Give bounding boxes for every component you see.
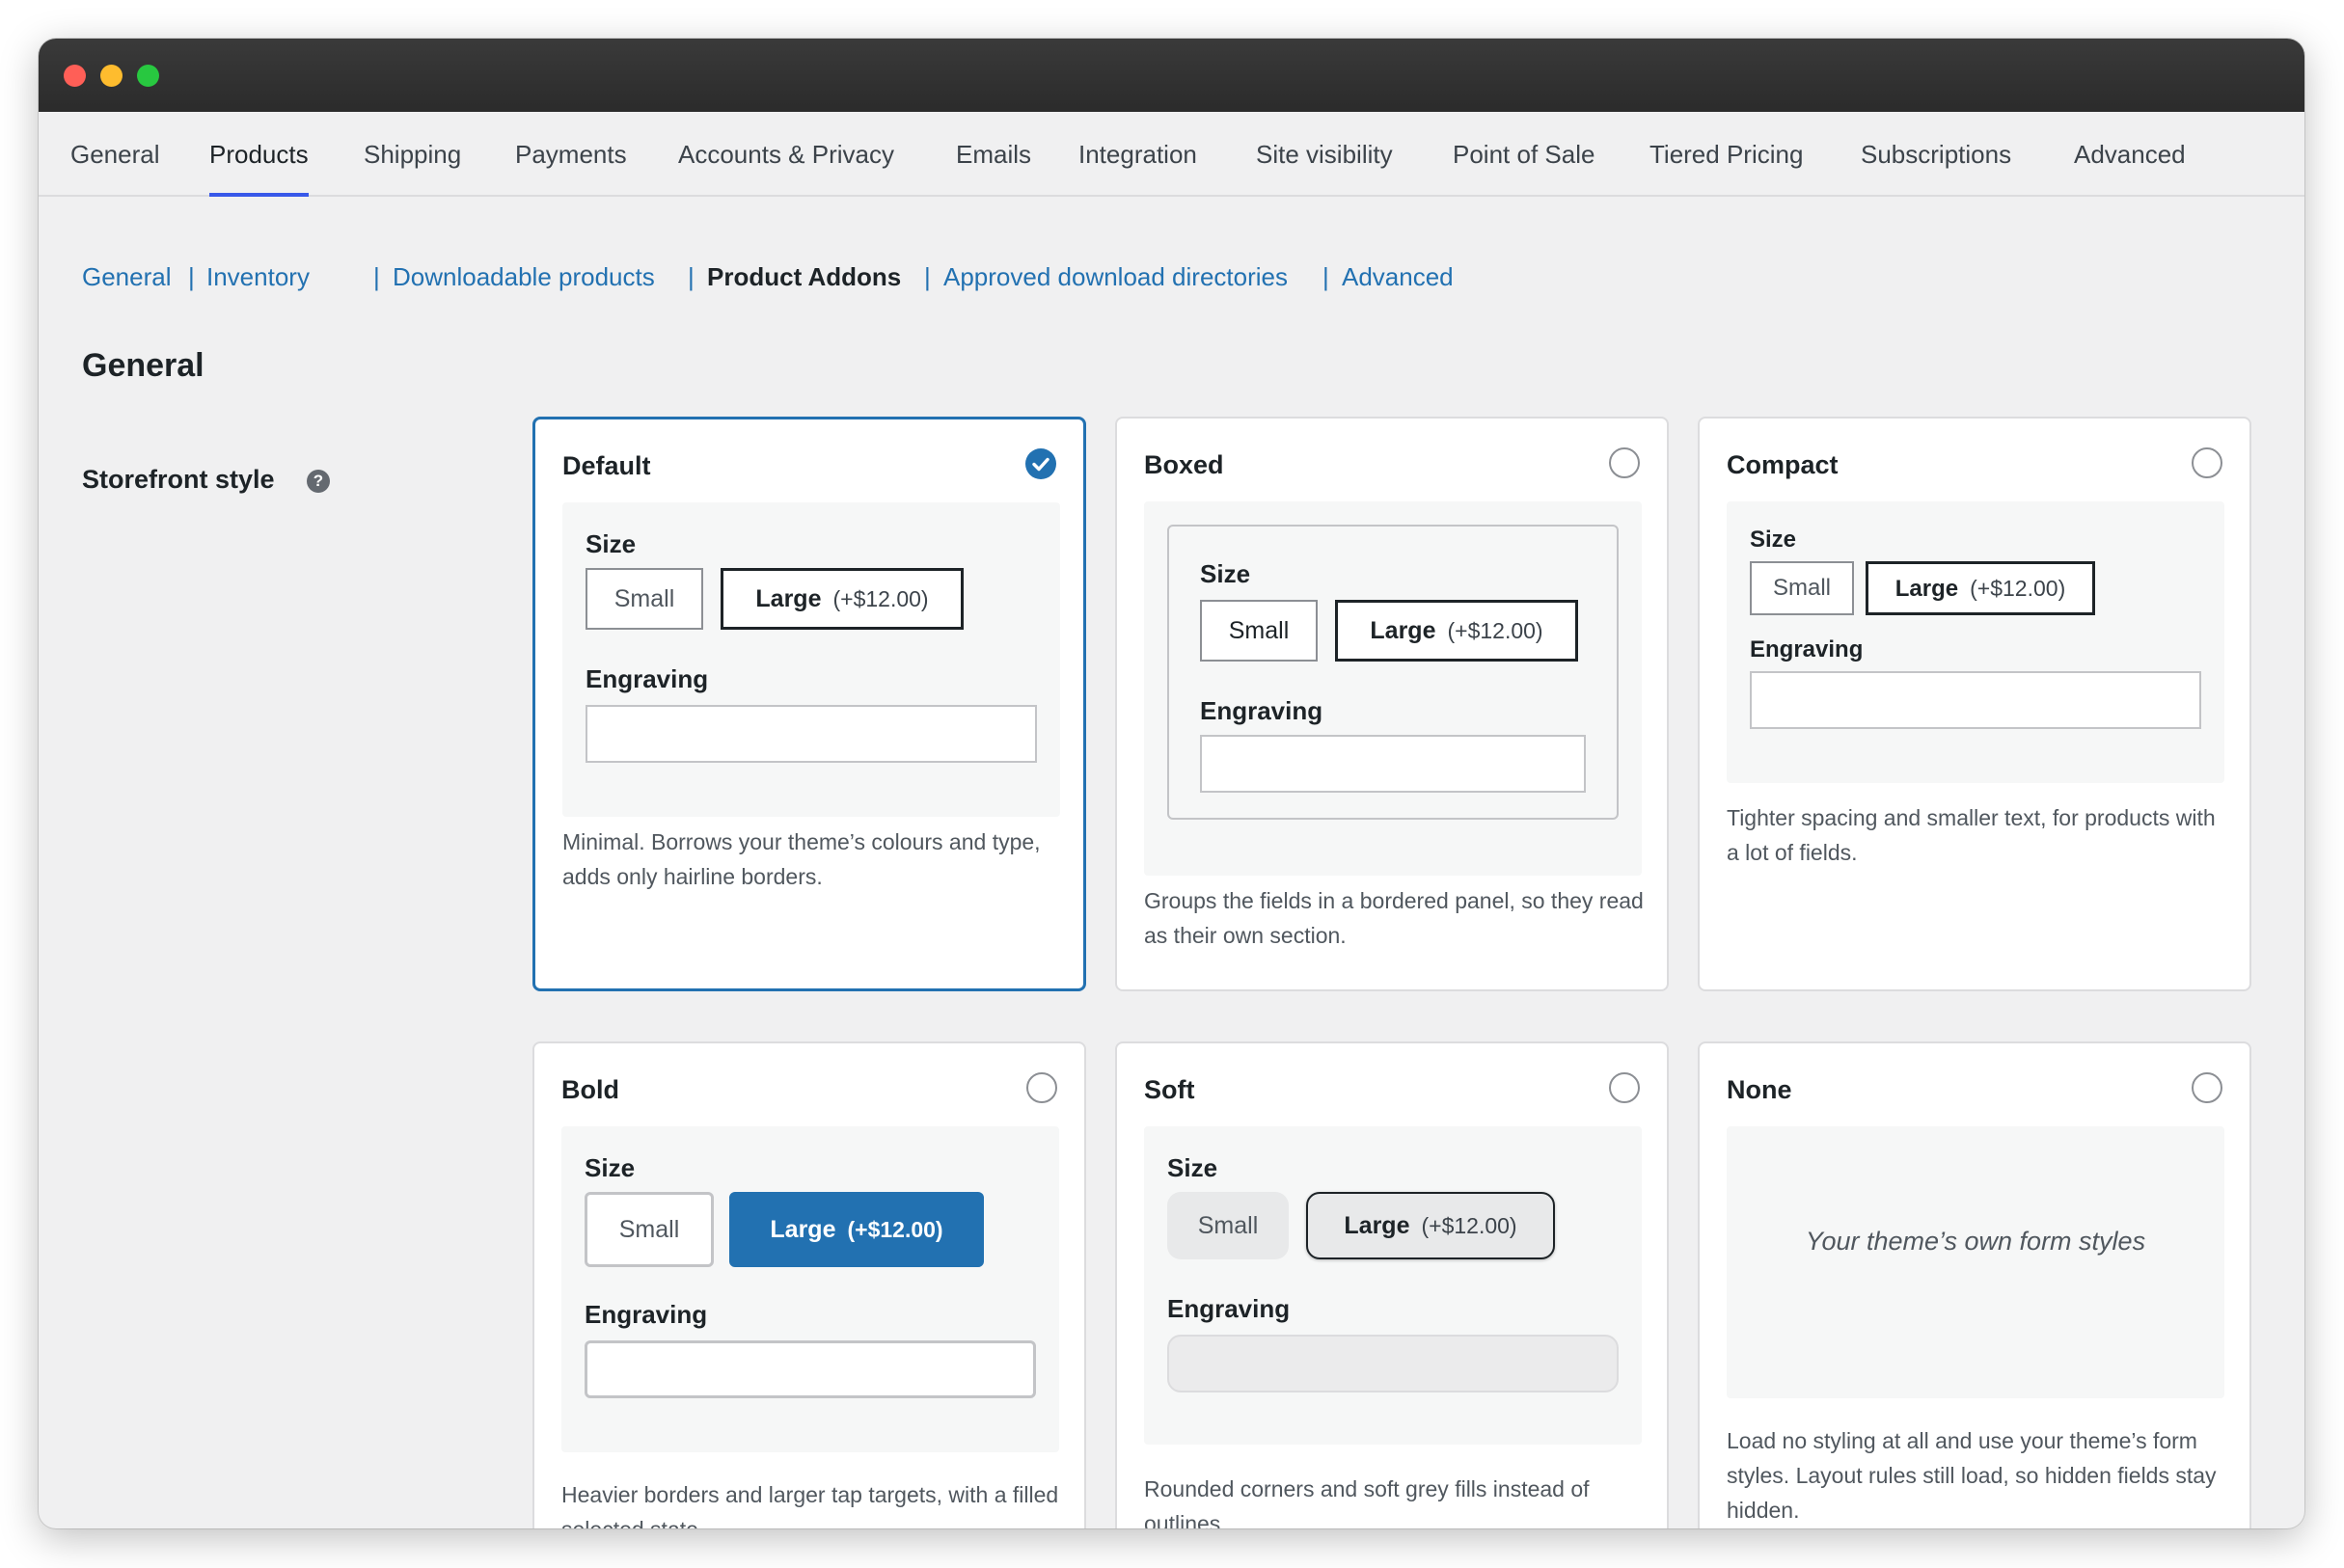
style-preview: Size Small Large (+$12.00) Engraving: [562, 502, 1060, 817]
style-description: Minimal. Borrows your theme’s colours an…: [562, 829, 1041, 889]
radio-empty-icon[interactable]: [2192, 1072, 2222, 1103]
radio-empty-icon[interactable]: [1609, 1072, 1640, 1103]
size-large-button: Large (+$12.00): [729, 1192, 984, 1267]
app-window: General Products Shipping Payments Accou…: [39, 39, 2304, 1528]
style-description: Load no styling at all and use your them…: [1727, 1428, 2217, 1523]
card-title: None: [1727, 1075, 1792, 1104]
engraving-input: [585, 1340, 1036, 1398]
size-label: Size: [585, 1153, 636, 1182]
size-large-button: Large (+$12.00): [1866, 561, 2095, 615]
engraving-input: [1200, 735, 1586, 793]
style-preview: Size Small Large (+$12.00) Engraving: [1144, 501, 1642, 876]
subnav-approved-download-directories[interactable]: Approved download directories: [943, 262, 1288, 292]
style-preview: Your theme’s own form styles: [1727, 1126, 2224, 1398]
engraving-label: Engraving: [586, 664, 709, 693]
subnav-inventory[interactable]: Inventory: [206, 262, 310, 292]
storefront-style-label: Storefront style: [82, 465, 275, 494]
size-large-button: Large (+$12.00): [1335, 600, 1578, 662]
size-small-button: Small: [586, 568, 703, 630]
card-title: Bold: [561, 1075, 619, 1104]
title-bar: [39, 39, 2304, 112]
size-large-button: Large (+$12.00): [721, 568, 964, 630]
size-small-button: Small: [1750, 561, 1854, 615]
settings-tabs: General Products Shipping Payments Accou…: [39, 112, 2304, 197]
engraving-label: Engraving: [585, 1300, 708, 1329]
tab-products[interactable]: Products: [209, 112, 309, 197]
style-card-default[interactable]: Default Size Small Large (+$12.00) Engrav…: [532, 417, 1086, 991]
tab-accounts-privacy[interactable]: Accounts & Privacy: [678, 112, 894, 195]
style-card-compact[interactable]: Compact Size Small Large (+$12.00) Engrav…: [1698, 417, 2251, 991]
tab-subscriptions[interactable]: Subscriptions: [1861, 112, 2011, 195]
style-preview: Size Small Large (+$12.00) Engraving: [1144, 1126, 1642, 1445]
subnav-product-addons: Product Addons: [707, 262, 902, 291]
tab-integration[interactable]: Integration: [1078, 112, 1197, 195]
size-label: Size: [1750, 527, 1797, 553]
help-icon[interactable]: ?: [307, 470, 330, 493]
radio-empty-icon[interactable]: [1026, 1072, 1057, 1103]
minimize-window-button[interactable]: [100, 65, 123, 87]
size-small-button: Small: [1200, 600, 1318, 662]
subnav-separator: |: [188, 262, 195, 291]
tab-tiered-pricing[interactable]: Tiered Pricing: [1649, 112, 1803, 195]
engraving-label: Engraving: [1200, 696, 1323, 725]
size-label: Size: [586, 529, 637, 558]
zoom-window-button[interactable]: [137, 65, 159, 87]
card-title: Soft: [1144, 1075, 1195, 1104]
tab-general[interactable]: General: [70, 112, 160, 195]
engraving-input: [586, 705, 1037, 763]
engraving-label: Engraving: [1167, 1294, 1291, 1323]
style-description: Heavier borders and larger tap targets, …: [561, 1482, 1059, 1528]
style-description: Rounded corners and soft grey fills inst…: [1144, 1476, 1590, 1528]
tab-advanced[interactable]: Advanced: [2074, 112, 2186, 195]
radio-empty-icon[interactable]: [1609, 447, 1640, 478]
section-title: General: [82, 347, 204, 384]
subnav-downloadable-products[interactable]: Downloadable products: [393, 262, 655, 292]
size-small-button: Small: [585, 1192, 714, 1267]
subnav-advanced[interactable]: Advanced: [1342, 262, 1454, 292]
style-description: Tighter spacing and smaller text, for pr…: [1727, 805, 2216, 865]
size-large-button: Large (+$12.00): [1306, 1192, 1555, 1259]
style-preview: Size Small Large (+$12.00) Engraving: [561, 1126, 1059, 1452]
engraving-label: Engraving: [1750, 636, 1864, 662]
subnav-general[interactable]: General: [82, 262, 172, 292]
card-title: Boxed: [1144, 450, 1224, 479]
tab-payments[interactable]: Payments: [515, 112, 627, 195]
tab-shipping[interactable]: Shipping: [364, 112, 461, 195]
tab-point-of-sale[interactable]: Point of Sale: [1453, 112, 1594, 195]
size-label: Size: [1200, 559, 1251, 588]
size-small-button: Small: [1167, 1192, 1289, 1259]
style-preview: Size Small Large (+$12.00) Engraving: [1727, 501, 2224, 783]
subnav-separator: |: [373, 262, 380, 291]
subnav-separator: |: [688, 262, 695, 291]
subnav-separator: |: [1322, 262, 1329, 291]
radio-checked-icon[interactable]: [1025, 448, 1056, 479]
style-card-boxed[interactable]: Boxed Size Small Large (+$12.00) Engravin…: [1115, 417, 1669, 991]
close-window-button[interactable]: [64, 65, 86, 87]
card-title: Compact: [1727, 450, 1839, 479]
card-title: Default: [562, 451, 651, 480]
style-description: Groups the fields in a bordered panel, s…: [1144, 888, 1644, 948]
tab-emails[interactable]: Emails: [956, 112, 1031, 195]
radio-empty-icon[interactable]: [2192, 447, 2222, 478]
tab-site-visibility[interactable]: Site visibility: [1256, 112, 1393, 195]
style-card-soft[interactable]: Soft Size Small Large (+$12.00) Engraving…: [1115, 1041, 1669, 1528]
style-card-bold[interactable]: Bold Size Small Large (+$12.00) Engraving…: [532, 1041, 1086, 1528]
bordered-panel: Size Small Large (+$12.00) Engraving: [1167, 525, 1619, 820]
size-label: Size: [1167, 1153, 1218, 1182]
preview-note: Your theme’s own form styles: [1805, 1227, 2146, 1256]
engraving-input: [1750, 671, 2201, 729]
engraving-input: [1167, 1335, 1619, 1392]
style-card-none[interactable]: None Your theme’s own form styles Load n…: [1698, 1041, 2251, 1528]
subnav-separator: |: [924, 262, 931, 291]
